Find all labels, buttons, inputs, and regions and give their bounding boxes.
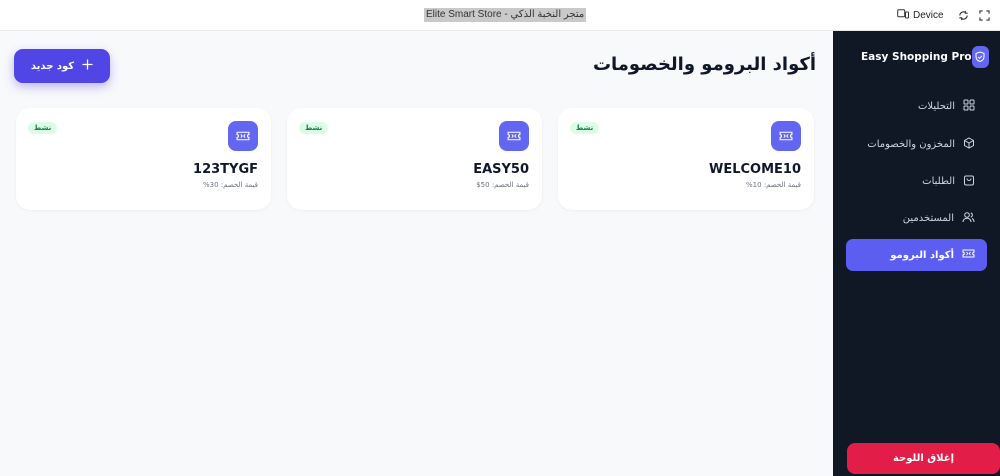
- status-badge: نشط: [570, 122, 600, 134]
- box-icon: [963, 136, 975, 152]
- promo-code: WELCOME10: [708, 162, 801, 177]
- window-title: Elite Smart Store - متجر النخبة الذكي: [424, 8, 587, 22]
- grid-icon: [963, 99, 975, 114]
- sidebar-item-label: المخزون والخصومات: [867, 138, 955, 150]
- page-title: أكواد البرومو والخصومات: [592, 54, 816, 75]
- sidebar: Easy Shopping Pro التحليلات المخزون والخ…: [833, 31, 1000, 476]
- close-panel-button[interactable]: إغلاق اللوحة: [847, 443, 1000, 474]
- sidebar-item-promo-codes[interactable]: أكواد البرومو: [846, 239, 987, 271]
- users-icon: [962, 211, 975, 226]
- sidebar-item-analytics[interactable]: التحليلات: [846, 90, 987, 122]
- shopping-bag-icon: [963, 174, 975, 189]
- promo-code: EASY50: [473, 162, 529, 177]
- window-titlebar: Elite Smart Store - متجر النخبة الذكي De…: [0, 0, 1000, 31]
- sidebar-item-label: أكواد البرومو: [890, 249, 954, 261]
- sidebar-item-label: الطلبات: [922, 175, 955, 187]
- promo-card[interactable]: نشط EASY50 قيمة الخصم: 50$: [287, 108, 542, 210]
- sidebar-item-label: المستخدمين: [902, 212, 954, 224]
- promo-code: 123TYGF: [193, 162, 258, 177]
- device-button[interactable]: Device: [897, 6, 944, 24]
- sidebar-item-label: التحليلات: [917, 100, 955, 112]
- discount-value: قيمة الخصم: 10%: [746, 181, 801, 189]
- shield-icon: [971, 46, 989, 68]
- ticket-icon: [499, 121, 529, 151]
- rotate-icon[interactable]: [956, 8, 970, 22]
- fullscreen-icon[interactable]: [977, 8, 991, 22]
- sidebar-item-orders[interactable]: الطلبات: [846, 165, 987, 197]
- plus-icon: [82, 59, 93, 73]
- new-code-label: كود جديد: [30, 60, 75, 72]
- brand-name: Easy Shopping Pro: [861, 51, 972, 63]
- status-badge: نشط: [299, 122, 329, 134]
- device-label: Device: [913, 9, 944, 21]
- ticket-icon: [228, 121, 258, 151]
- promo-card[interactable]: نشط 123TYGF قيمة الخصم: 30%: [16, 108, 271, 210]
- status-badge: نشط: [28, 122, 58, 134]
- device-icon: [897, 8, 909, 22]
- brand: Easy Shopping Pro: [861, 46, 989, 68]
- new-code-button[interactable]: كود جديد: [14, 49, 110, 83]
- promo-card[interactable]: نشط WELCOME10 قيمة الخصم: 10%: [558, 108, 814, 210]
- ticket-icon: [771, 121, 801, 151]
- discount-value: قيمة الخصم: 30%: [203, 181, 258, 189]
- sidebar-item-users[interactable]: المستخدمين: [846, 202, 987, 234]
- ticket-icon: [962, 248, 975, 262]
- sidebar-item-inventory[interactable]: المخزون والخصومات: [846, 128, 987, 160]
- discount-value: قيمة الخصم: 50$: [476, 181, 529, 189]
